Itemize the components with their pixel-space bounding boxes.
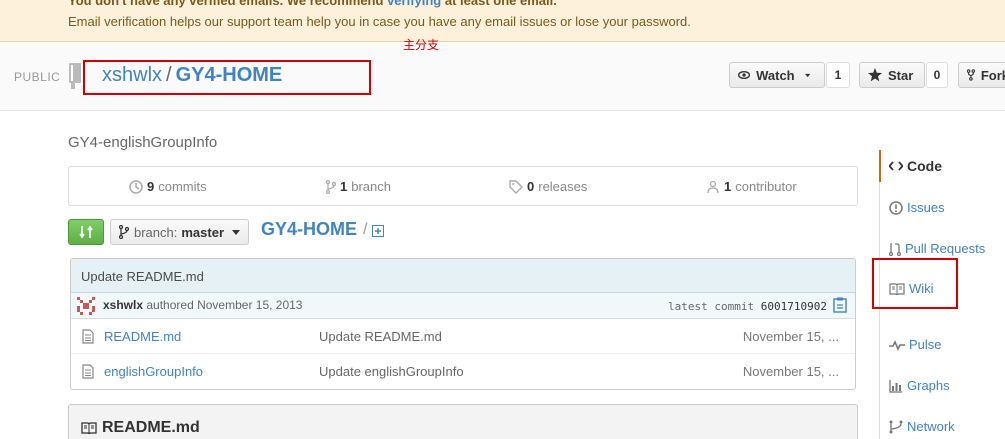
visibility-label: PUBLIC — [14, 70, 61, 84]
watch-button[interactable]: Watch — [729, 62, 825, 88]
star-count[interactable]: 0 — [926, 62, 948, 88]
breadcrumb-repo-link[interactable]: GY4-HOME — [261, 219, 357, 240]
repo-stats-bar: 9 commits 1 branch 0 releases 1 contributor — [68, 166, 858, 206]
file-name-link[interactable]: englishGroupInfo — [104, 364, 203, 379]
commit-author-line: xshwlx authored November 15, 2013 — [103, 298, 302, 312]
organization-icon — [707, 180, 719, 193]
sidebar-item-label: Code — [907, 158, 942, 174]
sidebar-item-pulse[interactable]: Pulse — [889, 337, 942, 352]
annotation-highlight-box — [83, 60, 371, 95]
commit-authored-date: authored November 15, 2013 — [146, 298, 303, 312]
sidebar-item-issues[interactable]: Issues — [889, 200, 945, 215]
star-icon — [868, 68, 882, 82]
network-icon — [889, 420, 903, 433]
commits-label: commits — [158, 179, 207, 194]
sidebar-item-label: Issues — [907, 200, 945, 215]
clipboard-icon[interactable] — [833, 297, 847, 313]
file-listing: Update README.md xshwlx authored Novembe… — [70, 258, 856, 390]
file-date: November 15, ... — [742, 329, 839, 344]
file-name-link[interactable]: README.md — [104, 329, 181, 344]
tag-icon — [509, 179, 523, 194]
readme-title: README.md — [81, 419, 200, 437]
releases-label: releases — [538, 179, 588, 194]
file-text-icon — [82, 364, 94, 379]
fork-label: Fork — [980, 67, 1005, 83]
commit-sha-link[interactable]: 6001710902 — [761, 300, 827, 313]
repo-book-icon — [69, 63, 81, 89]
contributor-stat[interactable]: 1 contributor — [706, 179, 797, 194]
file-date: November 15, ... — [742, 364, 839, 379]
branch-name: master — [181, 224, 225, 240]
commit-author-link[interactable]: xshwlx — [103, 298, 143, 312]
banner-warning-text: You don't have any verified emails. We r… — [68, 0, 384, 8]
sidebar-item-code[interactable]: Code — [889, 158, 942, 174]
fork-button[interactable]: Fork — [958, 62, 1005, 88]
latest-commit-message[interactable]: Update README.md — [71, 259, 855, 293]
branch-icon — [326, 179, 336, 194]
file-row: englishGroupInfo Update englishGroupInfo… — [71, 354, 855, 389]
pull-request-icon — [889, 242, 901, 256]
banner-warning-line: You don't have any verified emails. We r… — [68, 0, 557, 8]
email-verification-banner: You don't have any verified emails. We r… — [0, 0, 1005, 42]
branch-stat[interactable]: 1 branch — [326, 179, 391, 194]
graph-icon — [889, 379, 902, 393]
branch-label: branch — [351, 179, 391, 194]
readme-box: README.md — [68, 404, 858, 439]
chevron-down-icon — [804, 73, 810, 77]
code-icon — [889, 161, 903, 171]
contributor-count: 1 — [724, 179, 732, 194]
file-row: README.md Update README.md November 15, … — [71, 319, 855, 354]
banner-warning-suffix: at least one email. — [444, 0, 557, 8]
readme-filename: README.md — [102, 419, 200, 436]
pulse-icon — [889, 339, 905, 351]
avatar[interactable] — [77, 297, 95, 315]
sidebar-item-label: Pull Requests — [905, 241, 986, 256]
releases-count: 0 — [527, 179, 535, 194]
latest-commit-label: latest commit — [668, 300, 755, 313]
compare-icon — [79, 225, 93, 239]
wiki-highlight-box — [872, 258, 958, 309]
sidebar-item-label: Graphs — [907, 378, 950, 393]
star-button[interactable]: Star — [859, 62, 925, 88]
star-label: Star — [888, 67, 914, 83]
sidebar-item-label: Network — [907, 419, 955, 434]
branch-icon — [119, 225, 129, 239]
chevron-down-icon — [232, 229, 241, 235]
issue-icon — [889, 200, 903, 215]
breadcrumb-separator: / — [363, 221, 368, 238]
sidebar-item-pull-requests[interactable]: Pull Requests — [889, 241, 985, 256]
banner-help-text: Email verification helps our support tea… — [68, 14, 691, 29]
file-commit-message[interactable]: Update englishGroupInfo — [319, 364, 464, 379]
fork-icon — [967, 69, 975, 81]
commits-count: 9 — [147, 179, 155, 194]
compare-button[interactable] — [68, 219, 104, 245]
sidebar-item-graphs[interactable]: Graphs — [889, 378, 950, 393]
commits-stat[interactable]: 9 commits — [129, 179, 207, 194]
eye-icon — [738, 70, 751, 80]
releases-stat[interactable]: 0 releases — [509, 179, 587, 194]
history-icon — [129, 179, 143, 194]
branch-count: 1 — [340, 179, 348, 194]
add-file-icon[interactable] — [372, 225, 384, 237]
annotation-text: 主分支 — [403, 38, 440, 52]
repo-description: GY4-englishGroupInfo — [68, 134, 218, 151]
file-commit-message[interactable]: Update README.md — [319, 329, 442, 344]
sidebar-item-label: Pulse — [909, 337, 942, 352]
sidebar-item-network[interactable]: Network — [889, 419, 955, 434]
contributor-label: contributor — [735, 179, 797, 194]
watch-count[interactable]: 1 — [826, 62, 850, 88]
book-icon — [81, 422, 97, 434]
file-text-icon — [82, 329, 94, 344]
commit-meta: xshwlx authored November 15, 2013 latest… — [71, 293, 855, 319]
verifying-link[interactable]: verifying — [387, 0, 441, 8]
watch-label: Watch — [756, 67, 795, 83]
branch-prefix: branch: — [134, 224, 178, 240]
latest-commit-sha: latest commit 6001710902 — [668, 300, 827, 313]
branch-selector[interactable]: branch: master — [110, 219, 250, 245]
sidebar-divider — [879, 182, 880, 439]
